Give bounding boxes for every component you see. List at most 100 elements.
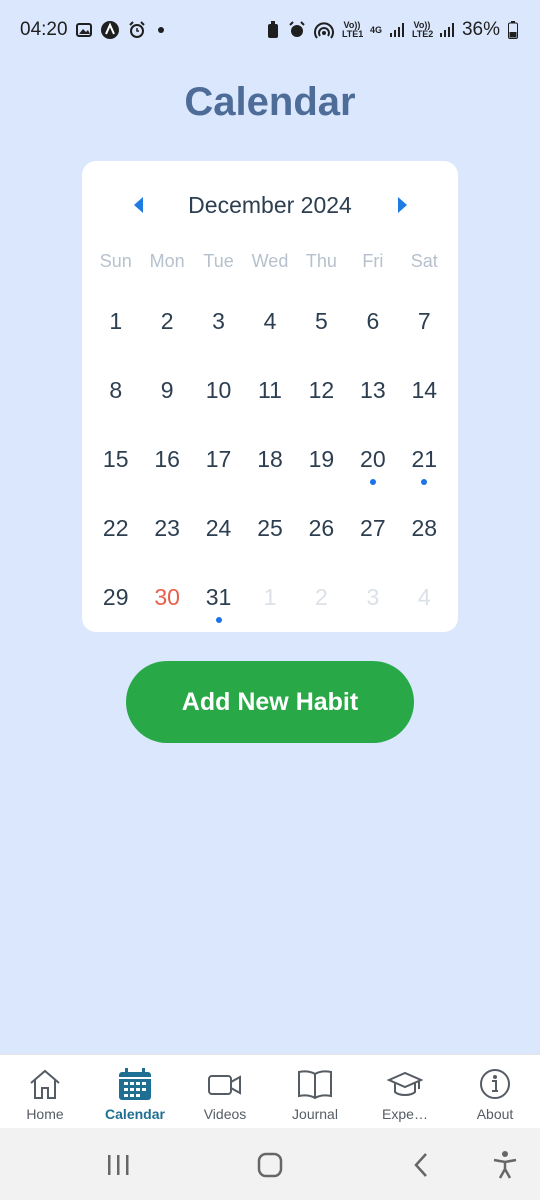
calendar-day[interactable]: 10 [193, 354, 244, 423]
nav-label-calendar: Calendar [105, 1106, 165, 1122]
home-icon [30, 1069, 60, 1099]
day-number: 1 [109, 308, 123, 334]
calendar-day[interactable]: 1 [90, 285, 141, 354]
calendar-icon [119, 1068, 151, 1100]
habit-marker-dot [215, 617, 222, 623]
day-number: 16 [154, 446, 180, 472]
day-number: 24 [205, 515, 232, 541]
day-number: 7 [417, 308, 431, 334]
calendar-day[interactable]: 5 [296, 285, 347, 354]
calendar-day[interactable]: 9 [141, 354, 192, 423]
calendar-day[interactable]: 15 [90, 423, 141, 492]
day-number: 30 [154, 584, 180, 610]
calendar-day[interactable]: 12 [296, 354, 347, 423]
nav-item-home[interactable]: Home [0, 1055, 90, 1128]
video-icon [208, 1075, 241, 1095]
calendar-day[interactable]: 17 [193, 423, 244, 492]
calendar-day[interactable]: 8 [90, 354, 141, 423]
battery-percent: 36% [461, 19, 500, 40]
volte1-label: Vo)) LTE1 [341, 20, 364, 39]
battery-icon [508, 21, 518, 39]
day-number: 5 [315, 308, 328, 334]
nav-item-calendar[interactable]: Calendar [90, 1055, 180, 1128]
calendar-day[interactable]: 29 [90, 561, 141, 630]
calendar-day[interactable]: 21 [399, 423, 450, 492]
calendar-day-outside-month: 4 [399, 561, 450, 630]
month-label: December 2024 [188, 191, 352, 218]
calendar-day[interactable]: 31 [193, 561, 244, 630]
weekday-label: Sun [99, 251, 132, 271]
calendar-day[interactable]: 28 [399, 492, 450, 561]
add-new-habit-button[interactable]: Add New Habit [126, 661, 414, 743]
day-number: 12 [308, 377, 335, 403]
day-number: 31 [205, 584, 232, 610]
calendar-day[interactable]: 23 [141, 492, 192, 561]
calendar-day[interactable]: 16 [141, 423, 192, 492]
calendar-header: December 2024 [82, 187, 458, 223]
page-title: Calendar [184, 80, 356, 124]
next-month-button[interactable] [398, 197, 407, 213]
alarm-icon [128, 21, 146, 39]
weekday-label: Mon [149, 251, 185, 271]
weekday-label: Thu [305, 251, 337, 271]
day-number: 27 [360, 515, 386, 541]
day-number: 8 [109, 377, 123, 403]
system-navigation-bar [0, 1128, 540, 1200]
calendar-day[interactable]: 27 [347, 492, 398, 561]
day-number: 26 [308, 515, 335, 541]
calendar-day[interactable]: 20 [347, 423, 398, 492]
info-icon [480, 1069, 510, 1099]
day-number: 28 [411, 515, 438, 541]
day-number: 9 [160, 377, 174, 403]
day-number: 2 [315, 584, 328, 610]
hotspot-icon [314, 21, 334, 39]
calendar-day[interactable]: 11 [244, 354, 295, 423]
nav-item-experts[interactable]: Expe… [360, 1055, 450, 1128]
previous-month-button[interactable] [134, 197, 143, 213]
day-number: 15 [102, 446, 129, 472]
calendar-day[interactable]: 18 [244, 423, 295, 492]
calendar-day[interactable]: 25 [244, 492, 295, 561]
home-button[interactable] [255, 1150, 285, 1180]
day-number: 20 [360, 446, 386, 472]
calendar-day[interactable]: 3 [193, 285, 244, 354]
nav-label-videos: Videos [203, 1106, 247, 1122]
status-bar: 04:20 Vo)) LTE1 4G Vo)) LTE2 36% [0, 0, 540, 60]
weekday-label: Wed [251, 251, 289, 271]
nav-item-videos[interactable]: Videos [180, 1055, 270, 1128]
book-icon [298, 1070, 332, 1100]
calendar-day[interactable]: 14 [399, 354, 450, 423]
network-4g-label: 4G [369, 24, 382, 35]
nav-item-journal[interactable]: Journal [270, 1055, 360, 1128]
calendar-day[interactable]: 4 [244, 285, 295, 354]
day-number: 18 [257, 446, 283, 472]
calendar-day-outside-month: 2 [296, 561, 347, 630]
day-number: 2 [160, 308, 174, 334]
calendar-day-today[interactable]: 30 [141, 561, 192, 630]
nav-label-experts: Expe… [382, 1106, 428, 1122]
calendar-card: December 2024 Sun Mon Tue Wed Thu Fri Sa… [82, 161, 458, 632]
bottom-navigation: Home Calendar Videos Journal Expe… About [0, 1054, 540, 1128]
calendar-day[interactable]: 24 [193, 492, 244, 561]
weekday-header-row: Sun Mon Tue Wed Thu Fri Sat [90, 251, 450, 272]
calendar-day[interactable]: 19 [296, 423, 347, 492]
gallery-icon [75, 23, 92, 37]
calendar-day[interactable]: 7 [399, 285, 450, 354]
day-number: 19 [308, 446, 335, 472]
day-number: 17 [205, 446, 232, 472]
recent-apps-button[interactable] [103, 1150, 133, 1180]
calendar-day[interactable]: 13 [347, 354, 398, 423]
calendar-day[interactable]: 22 [90, 492, 141, 561]
calendar-day[interactable]: 6 [347, 285, 398, 354]
nav-item-about[interactable]: About [450, 1055, 540, 1128]
day-number: 4 [417, 584, 431, 610]
back-button[interactable] [406, 1150, 436, 1180]
calendar-day[interactable]: 26 [296, 492, 347, 561]
accessibility-button[interactable] [490, 1150, 520, 1180]
day-number: 6 [366, 308, 380, 334]
nav-label-journal: Journal [292, 1106, 338, 1122]
day-number: 11 [258, 377, 282, 403]
calendar-day[interactable]: 2 [141, 285, 192, 354]
calendar-days-grid: 1 2 3 4 5 6 7 8 9 10 11 12 13 14 15 16 17 18 19 20 21 22 23 24 2… [90, 285, 450, 630]
day-number: 10 [205, 377, 232, 403]
